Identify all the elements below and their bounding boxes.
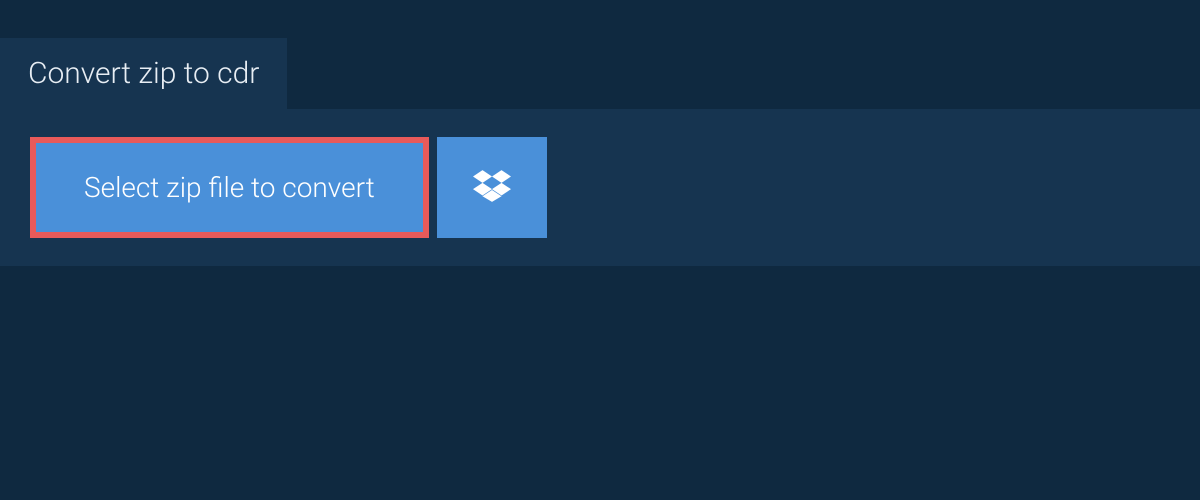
button-row: Select zip file to convert: [30, 137, 547, 238]
select-file-label: Select zip file to convert: [84, 171, 375, 204]
select-file-button[interactable]: Select zip file to convert: [30, 137, 429, 238]
converter-widget: Convert zip to cdr Select zip file to co…: [0, 0, 1200, 500]
dropbox-button[interactable]: [437, 137, 547, 238]
page-title: Convert zip to cdr: [0, 38, 287, 109]
dropbox-icon: [473, 167, 511, 209]
action-panel: Select zip file to convert: [0, 109, 1200, 266]
